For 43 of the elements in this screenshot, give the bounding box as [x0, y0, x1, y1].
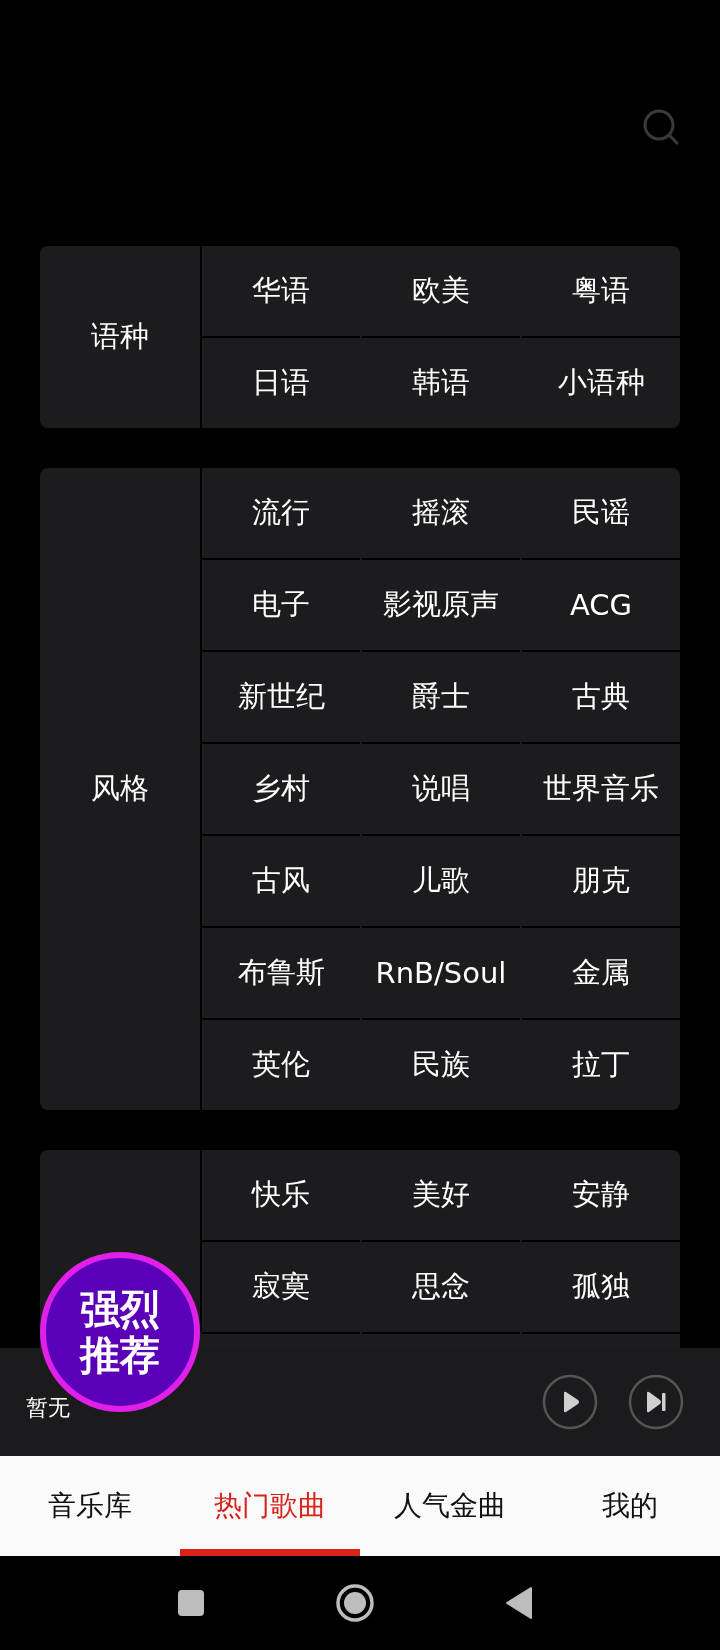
genre-tag[interactable]: 儿歌 — [362, 836, 520, 926]
genre-tag[interactable]: 朋克 — [522, 836, 680, 926]
genre-tag[interactable]: 说唱 — [362, 744, 520, 834]
next-icon[interactable] — [628, 1374, 684, 1430]
genre-tag[interactable]: 孤独 — [522, 1242, 680, 1332]
genre-tag[interactable]: 古风 — [202, 836, 360, 926]
genre-tag[interactable]: 布鲁斯 — [202, 928, 360, 1018]
genre-tag[interactable]: 快乐 — [202, 1150, 360, 1240]
genre-tag[interactable]: 日语 — [202, 338, 360, 428]
genre-tag[interactable]: 爵士 — [362, 652, 520, 742]
category-label: 风格 — [91, 770, 149, 807]
genre-tag[interactable]: 韩语 — [362, 338, 520, 428]
category-label: 语种 — [91, 318, 149, 355]
play-icon[interactable] — [542, 1374, 598, 1430]
genre-tag[interactable]: 电子 — [202, 560, 360, 650]
genre-tag[interactable]: RnB/Soul — [362, 928, 520, 1018]
back-icon[interactable] — [505, 1586, 533, 1620]
nav-tab[interactable]: 音乐库 — [0, 1456, 180, 1556]
genre-tag[interactable]: 粤语 — [522, 246, 680, 336]
genre-tag[interactable]: 安静 — [522, 1150, 680, 1240]
genre-tag[interactable]: 华语 — [202, 246, 360, 336]
nav-tab[interactable]: 我的 — [540, 1456, 720, 1556]
genre-tag[interactable]: 思念 — [362, 1242, 520, 1332]
nav-tab[interactable]: 人气金曲 — [360, 1456, 540, 1556]
genre-tag[interactable]: 民族 — [362, 1020, 520, 1110]
genre-tag[interactable]: 新世纪 — [202, 652, 360, 742]
recents-icon[interactable] — [177, 1589, 205, 1617]
genre-tag[interactable]: 影视原声 — [362, 560, 520, 650]
home-icon[interactable] — [335, 1583, 375, 1623]
genre-tag[interactable]: 摇滚 — [362, 468, 520, 558]
genre-tag[interactable]: 金属 — [522, 928, 680, 1018]
genre-tag[interactable]: 欧美 — [362, 246, 520, 336]
genre-tag[interactable]: 英伦 — [202, 1020, 360, 1110]
genre-tag[interactable]: ACG — [522, 560, 680, 650]
genre-tag[interactable]: 寂寞 — [202, 1242, 360, 1332]
genre-tag[interactable]: 美好 — [362, 1150, 520, 1240]
genre-tag[interactable]: 流行 — [202, 468, 360, 558]
genre-tag[interactable]: 世界音乐 — [522, 744, 680, 834]
genre-tag[interactable]: 民谣 — [522, 468, 680, 558]
genre-tag[interactable]: 拉丁 — [522, 1020, 680, 1110]
genre-tag[interactable]: 乡村 — [202, 744, 360, 834]
genre-tag[interactable]: 古典 — [522, 652, 680, 742]
genre-tag[interactable]: 小语种 — [522, 338, 680, 428]
